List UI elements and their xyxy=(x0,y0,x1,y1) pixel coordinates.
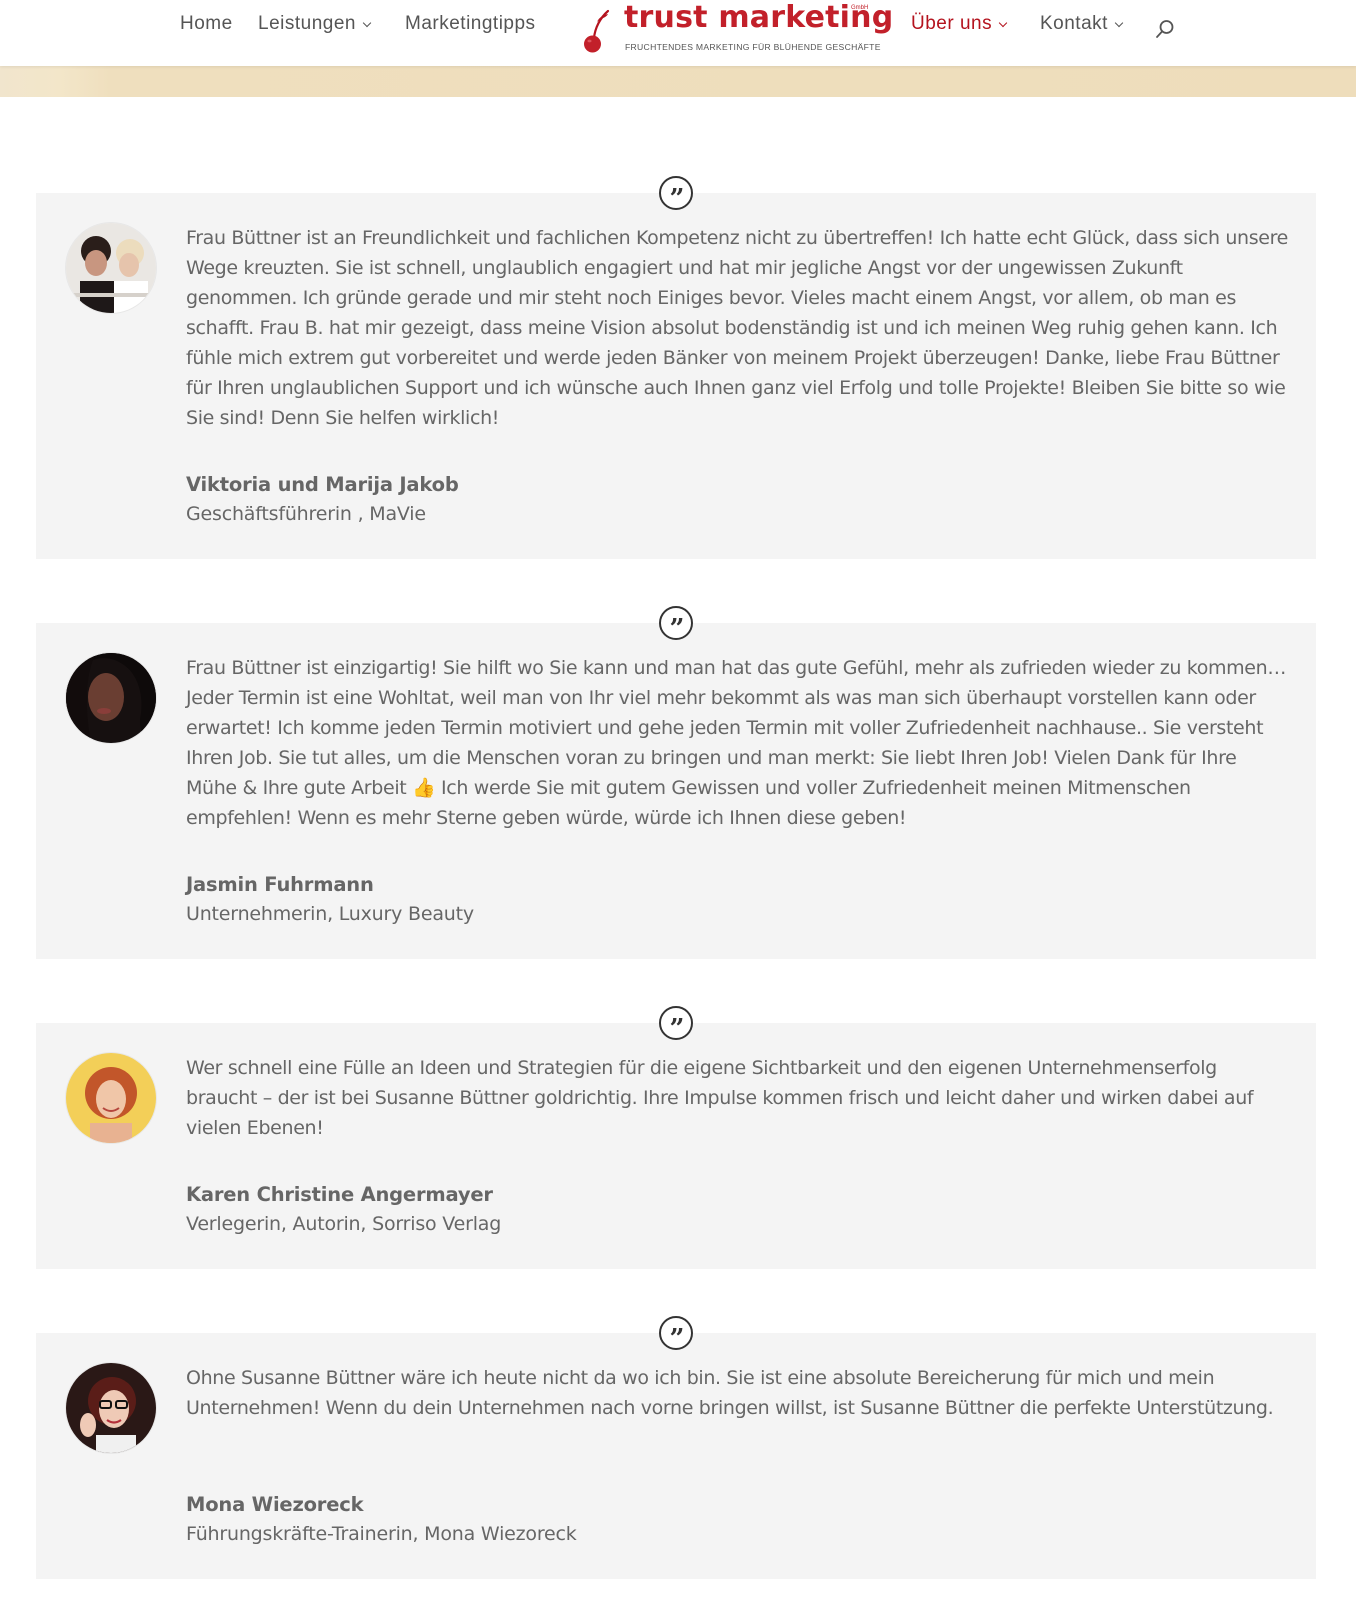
quote-icon: ” xyxy=(659,1316,693,1352)
testimonial-text: Ohne Susanne Büttner wäre ich heute nich… xyxy=(186,1367,1274,1419)
testimonial-position: Führungskräfte-Trainerin, Mona Wiezoreck xyxy=(186,1523,577,1545)
testimonial-card: Wer schnell eine Fülle an Ideen und Stra… xyxy=(36,1023,1316,1269)
testimonial-card: Frau Büttner ist an Freundlichkeit und f… xyxy=(36,193,1316,559)
testimonial-text: Frau Büttner ist einzigartig! Sie hilft … xyxy=(186,657,1286,829)
nav-item-leistungen[interactable]: Leistungen xyxy=(258,13,372,35)
nav-item-ueber-uns[interactable]: Über uns xyxy=(911,13,1008,35)
testimonial-card: Frau Büttner ist einzigartig! Sie hilft … xyxy=(36,623,1316,959)
nav-item-home[interactable]: Home xyxy=(180,13,233,35)
quote-icon: ” xyxy=(659,176,693,212)
nav-label: Marketingtipps xyxy=(405,13,536,34)
site-logo[interactable]: trust marketing GmbH FRUCHTENDES MARKETI… xyxy=(580,0,893,58)
testimonial-position: Unternehmerin, Luxury Beauty xyxy=(186,903,474,925)
cherry-icon xyxy=(584,9,610,53)
chevron-down-icon xyxy=(1114,18,1124,27)
nav-item-marketingtipps[interactable]: Marketingtipps xyxy=(405,13,536,35)
search-icon[interactable] xyxy=(1154,18,1176,40)
avatar xyxy=(66,1363,156,1453)
nav-item-kontakt[interactable]: Kontakt xyxy=(1040,13,1124,35)
nav-label: Über uns xyxy=(911,13,993,34)
avatar xyxy=(66,1053,156,1143)
quote-icon: ” xyxy=(659,606,693,642)
quote-icon: ” xyxy=(659,1006,693,1042)
logo-gmbh: GmbH xyxy=(851,5,869,11)
avatar xyxy=(66,223,156,313)
site-header: Home Leistungen Marketingtipps trust mar… xyxy=(0,0,1356,66)
chevron-down-icon xyxy=(998,18,1008,27)
testimonial-author: Jasmin Fuhrmann xyxy=(186,873,374,896)
testimonial-position: Geschäftsführerin , MaVie xyxy=(186,503,426,525)
avatar xyxy=(66,653,156,743)
hero-banner-strip xyxy=(0,66,1356,97)
testimonial-text: Wer schnell eine Fülle an Ideen und Stra… xyxy=(186,1057,1254,1139)
logo-tagline: FRUCHTENDES MARKETING FÜR BLÜHENDE GESCH… xyxy=(625,42,881,52)
nav-label: Leistungen xyxy=(258,13,356,34)
chevron-down-icon xyxy=(362,18,372,27)
testimonial-card: Ohne Susanne Büttner wäre ich heute nich… xyxy=(36,1333,1316,1579)
nav-label: Kontakt xyxy=(1040,13,1108,34)
testimonial-author: Viktoria und Marija Jakob xyxy=(186,473,459,496)
testimonial-author: Karen Christine Angermayer xyxy=(186,1183,493,1206)
testimonial-author: Mona Wiezoreck xyxy=(186,1493,364,1516)
testimonial-position: Verlegerin, Autorin, Sorriso Verlag xyxy=(186,1213,502,1235)
nav-label: Home xyxy=(180,13,233,34)
testimonial-text: Frau Büttner ist an Freundlichkeit und f… xyxy=(186,227,1288,429)
